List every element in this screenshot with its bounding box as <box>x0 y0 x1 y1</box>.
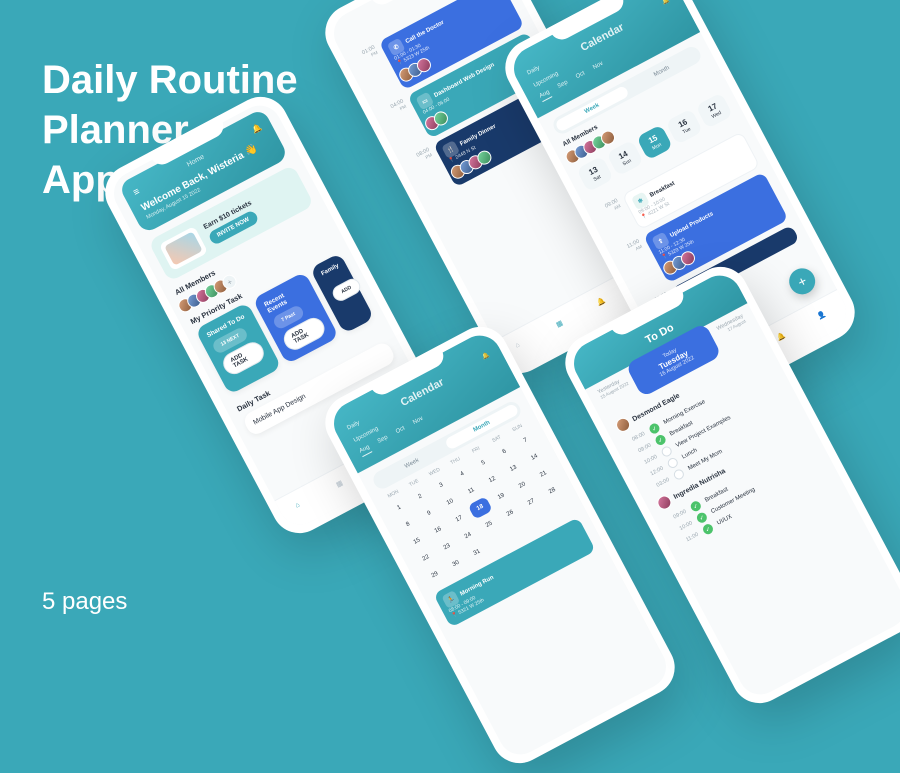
check-icon[interactable]: ✓ <box>666 456 680 470</box>
day-chip[interactable]: 16Tue <box>666 108 704 144</box>
day-chip[interactable]: 13Sat <box>576 156 614 192</box>
check-icon[interactable]: ✓ <box>648 422 662 436</box>
check-icon[interactable]: ✓ <box>672 468 686 482</box>
home-icon[interactable]: ⌂ <box>294 496 313 515</box>
user-icon[interactable]: 👤 <box>816 307 835 326</box>
day-chip-active[interactable]: 15Mon <box>636 124 674 160</box>
check-icon[interactable]: ✓ <box>689 499 703 513</box>
month-tab[interactable]: Oct <box>575 70 587 82</box>
month-tab[interactable]: Nov <box>412 416 426 429</box>
check-icon[interactable]: ✓ <box>695 511 709 525</box>
month-tab[interactable]: Aug <box>538 89 552 102</box>
invite-button[interactable]: INVITE NOW <box>207 209 259 246</box>
hero-subtitle: 5 pages <box>42 588 127 616</box>
day-chip[interactable]: 14Sun <box>606 140 644 176</box>
month-tab[interactable]: Sep <box>557 80 571 93</box>
home-icon[interactable]: ⌂ <box>514 336 533 355</box>
promo-illustration <box>159 226 208 271</box>
todo-label: UI/UX <box>716 514 733 527</box>
bell-icon[interactable]: 🔔 <box>250 122 263 135</box>
card-title: Family <box>321 263 340 277</box>
add-fab[interactable]: + <box>785 264 820 299</box>
month-tab[interactable]: Aug <box>358 444 372 457</box>
calendar-icon[interactable]: ▦ <box>554 315 573 334</box>
add-button[interactable]: ADD <box>330 276 363 304</box>
bell-icon[interactable]: 🔔 <box>481 351 493 365</box>
bell-icon[interactable]: 🔔 <box>595 293 614 312</box>
check-icon[interactable]: ✓ <box>660 445 674 459</box>
menu-icon[interactable]: ≡ <box>131 186 141 198</box>
check-icon[interactable]: ✓ <box>701 522 715 536</box>
day-chip[interactable]: 17Wed <box>696 92 734 128</box>
check-icon[interactable]: ✓ <box>654 433 668 447</box>
month-tab[interactable]: Nov <box>592 61 606 74</box>
month-tab[interactable]: Sep <box>377 435 391 448</box>
screen-title: Home <box>186 154 206 169</box>
month-tab[interactable]: Oct <box>395 425 407 437</box>
